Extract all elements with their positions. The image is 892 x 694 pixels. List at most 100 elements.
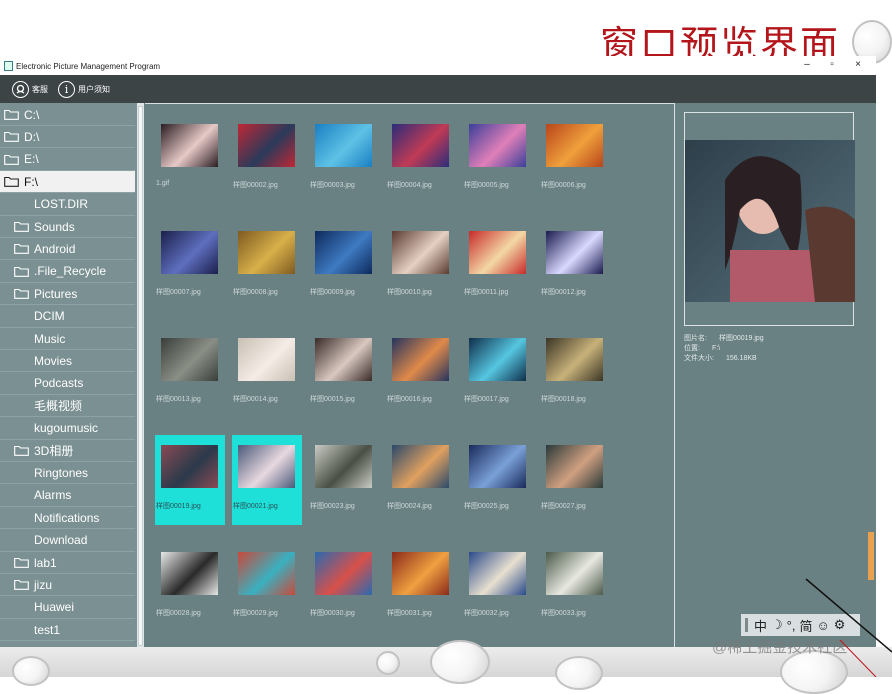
folder-icon (14, 557, 29, 568)
thumbnail-item[interactable]: 样图00008.jpg (232, 221, 302, 311)
ime-settings-icon[interactable]: ⚙ (834, 617, 846, 633)
thumbnail-item[interactable]: 样图00023.jpg (309, 435, 379, 525)
sidebar-item[interactable]: .File_Recycle (0, 261, 135, 283)
sidebar-item[interactable]: lab1 (0, 552, 135, 574)
folder-icon (14, 221, 29, 232)
restore-button[interactable]: ▫ (825, 59, 839, 73)
thumbnail-item[interactable]: 样图00028.jpg (155, 542, 225, 632)
sidebar-item[interactable]: F:\ (0, 171, 135, 194)
customer-service-button[interactable]: 客服 (12, 79, 48, 99)
thumbnail-item[interactable]: 样图00002.jpg (232, 114, 302, 204)
thumbnail-image (469, 552, 526, 595)
user-notice-button[interactable]: i 用户须知 (58, 79, 110, 99)
bubble-decoration (555, 656, 603, 690)
sidebar-item-label: Notifications (34, 510, 100, 525)
sidebar-item[interactable]: 毛概视频 (0, 395, 135, 418)
preview-panel: 图片名: 样图00019.jpg 位置: F:\ 文件大小: 156.18KB (676, 103, 876, 648)
sidebar-item-label: Music (34, 331, 66, 346)
sidebar-item[interactable]: Podcasts (0, 373, 135, 395)
sidebar-item[interactable]: Android (0, 238, 135, 261)
thumbnail-item[interactable]: 1.gif (155, 114, 225, 204)
sidebar-item-label: Movies (34, 353, 73, 368)
sidebar-item-label: lab1 (34, 555, 57, 570)
ime-grip[interactable] (745, 618, 748, 632)
thumbnail-image (546, 552, 603, 595)
thumbnail-item[interactable]: 样图00021.jpg (232, 435, 302, 525)
sidebar-item[interactable]: Download (0, 530, 135, 552)
thumbnail-item[interactable]: 样图00014.jpg (232, 328, 302, 418)
sidebar-item[interactable]: Sounds (0, 216, 135, 238)
sidebar-item[interactable]: kugoumusic (0, 418, 135, 440)
folder-icon (14, 289, 29, 300)
ime-moon-icon[interactable]: ☽ (771, 617, 783, 633)
info-location: 位置: F:\ (684, 343, 720, 353)
sidebar-item[interactable]: E:\ (0, 149, 135, 171)
right-scroll-indicator[interactable] (868, 532, 874, 580)
folder-icon (14, 580, 29, 591)
thumbnail-item[interactable]: 样图00030.jpg (309, 542, 379, 632)
thumbnail-item[interactable]: 样图00007.jpg (155, 221, 225, 311)
sidebar-item[interactable]: Ringtones (0, 462, 135, 485)
thumbnail-item[interactable]: 样图00017.jpg (463, 328, 533, 418)
close-button[interactable]: × (851, 59, 865, 73)
ime-punctuation[interactable]: °, (787, 618, 796, 633)
thumbnail-image (161, 338, 218, 381)
window-title: Electronic Picture Management Program (16, 62, 161, 71)
ime-simplified[interactable]: 简 (799, 616, 812, 635)
thumbnail-item[interactable]: 样图00012.jpg (540, 221, 610, 311)
thumbnail-image (238, 338, 295, 381)
thumbnail-item[interactable]: 样图00027.jpg (540, 435, 610, 525)
sidebar-item[interactable]: 3D相册 (0, 440, 135, 462)
thumbnail-item[interactable]: 样图00006.jpg (540, 114, 610, 204)
thumbnail-item[interactable]: 样图00024.jpg (386, 435, 456, 525)
sidebar-item[interactable]: test1 (0, 619, 135, 642)
folder-icon (14, 244, 29, 255)
thumbnail-item[interactable]: 样图00025.jpg (463, 435, 533, 525)
scrollbar-thumb[interactable] (138, 106, 143, 646)
sidebar-item[interactable]: Music (0, 328, 135, 350)
sidebar-item-label: D:\ (24, 129, 40, 144)
thumbnail-item[interactable]: 样图00010.jpg (386, 221, 456, 311)
ime-chinese-mode[interactable]: 中 (754, 616, 767, 635)
sidebar-item[interactable]: Huawei (0, 597, 135, 619)
thumbnail-item[interactable]: 样图00018.jpg (540, 328, 610, 418)
thumbnail-item[interactable]: 样图00011.jpg (463, 221, 533, 311)
minimize-button[interactable]: – (800, 59, 814, 73)
thumbnail-name: 样图00006.jpg (541, 182, 586, 189)
thumbnail-item[interactable]: 样图00031.jpg (386, 542, 456, 632)
thumbnail-item[interactable]: 样图00032.jpg (463, 542, 533, 632)
thumbnail-image (392, 124, 449, 167)
sidebar-item[interactable]: Pictures (0, 283, 135, 306)
ime-emoji-icon[interactable]: ☺ (817, 618, 830, 633)
thumbnail-image (469, 124, 526, 167)
thumbnail-item[interactable]: 样图00005.jpg (463, 114, 533, 204)
sidebar-item[interactable]: Notifications (0, 507, 135, 530)
sidebar-item[interactable]: Movies (0, 350, 135, 373)
thumbnail-item[interactable]: 样图00033.jpg (540, 542, 610, 632)
thumbnail-image (161, 231, 218, 274)
info-filename: 图片名: 样图00019.jpg (684, 333, 764, 343)
thumbnail-image (315, 231, 372, 274)
thumbnail-item[interactable]: 样图00019.jpg (155, 435, 225, 525)
sidebar-item-label: Podcasts (34, 376, 84, 391)
thumbnail-item[interactable]: 样图00016.jpg (386, 328, 456, 418)
thumbnail-item[interactable]: 样图00013.jpg (155, 328, 225, 418)
sidebar-scrollbar[interactable] (137, 103, 144, 648)
thumbnail-item[interactable]: 样图00029.jpg (232, 542, 302, 632)
thumbnail-name: 样图00012.jpg (541, 289, 586, 296)
sidebar-item-label: Ringtones (34, 465, 89, 480)
thumbnail-item[interactable]: 样图00003.jpg (309, 114, 379, 204)
sidebar-item[interactable]: jizu (0, 574, 135, 597)
thumbnail-image (161, 445, 218, 488)
thumbnail-item[interactable]: 样图00009.jpg (309, 221, 379, 311)
thumbnail-item[interactable]: 样图00004.jpg (386, 114, 456, 204)
sidebar-item[interactable]: D:\ (0, 126, 135, 149)
folder-icon (4, 109, 19, 120)
sidebar-item[interactable]: DCIM (0, 306, 135, 328)
sidebar-item[interactable]: Alarms (0, 485, 135, 507)
sidebar-item[interactable]: LOST.DIR (0, 194, 135, 216)
thumbnail-item[interactable]: 样图00015.jpg (309, 328, 379, 418)
sidebar-item[interactable]: C:\ (0, 104, 135, 126)
user-notice-label: 用户须知 (78, 84, 110, 94)
folder-icon (4, 154, 19, 165)
